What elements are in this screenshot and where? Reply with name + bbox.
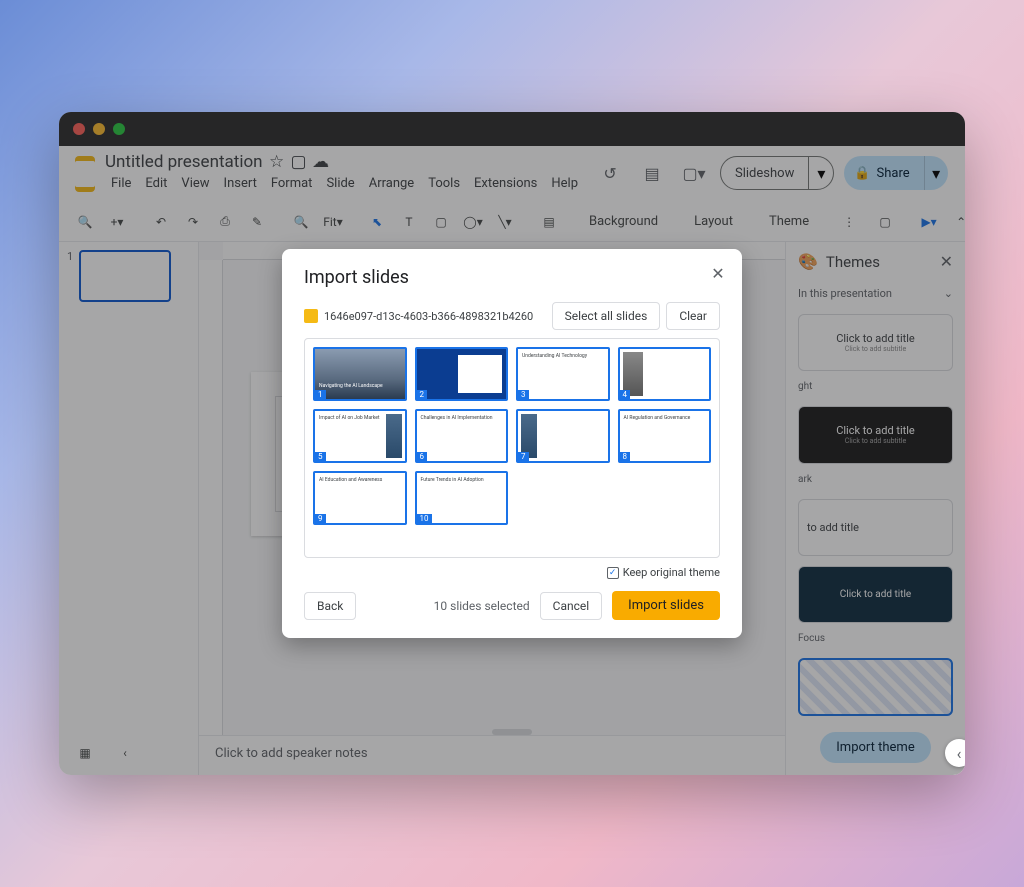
import-slide-thumb[interactable]: Understanding AI Technology3: [516, 347, 610, 401]
source-filename: 1646e097-d13c-4603-b366-4898321b4260: [324, 310, 533, 323]
import-slides-button[interactable]: Import slides: [612, 591, 720, 620]
cancel-button[interactable]: Cancel: [540, 592, 603, 620]
clear-button[interactable]: Clear: [666, 302, 720, 330]
import-slide-thumb[interactable]: 2: [415, 347, 509, 401]
import-slide-thumb[interactable]: Impact of AI on Job Market5: [313, 409, 407, 463]
import-slide-thumb[interactable]: AI Regulation and Governance8: [618, 409, 712, 463]
app-window: Untitled presentation ☆ ▢ ☁ File Edit Vi…: [59, 112, 965, 775]
dialog-title: Import slides: [304, 267, 720, 288]
keep-theme-checkbox[interactable]: [607, 567, 619, 579]
back-button[interactable]: Back: [304, 592, 356, 620]
modal-scrim: Import slides ✕ 1646e097-d13c-4603-b366-…: [59, 112, 965, 775]
explore-fab[interactable]: ‹: [945, 739, 965, 767]
close-dialog-icon[interactable]: ✕: [708, 263, 728, 283]
slides-file-icon: [304, 309, 318, 323]
import-slide-thumb[interactable]: AI Education and Awareness9: [313, 471, 407, 525]
import-slide-thumb[interactable]: 4: [618, 347, 712, 401]
import-slide-thumb[interactable]: Future Trends in AI Adoption10: [415, 471, 509, 525]
import-slide-thumb[interactable]: Challenges in AI Implementation6: [415, 409, 509, 463]
import-slides-dialog: Import slides ✕ 1646e097-d13c-4603-b366-…: [282, 249, 742, 638]
keep-theme-label: Keep original theme: [623, 566, 720, 579]
selection-count: 10 slides selected: [434, 599, 530, 613]
import-slide-thumb[interactable]: Navigating the AI Landscape1: [313, 347, 407, 401]
select-all-button[interactable]: Select all slides: [552, 302, 661, 330]
slide-grid: Navigating the AI Landscape1 2 Understan…: [304, 338, 720, 558]
import-slide-thumb[interactable]: 7: [516, 409, 610, 463]
